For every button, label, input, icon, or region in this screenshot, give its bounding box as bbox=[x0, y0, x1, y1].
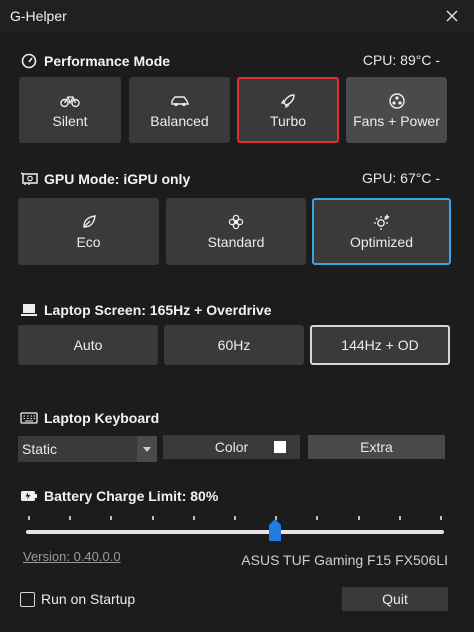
close-icon bbox=[446, 10, 458, 22]
gpu-card-icon bbox=[20, 170, 38, 188]
quit-label: Quit bbox=[382, 591, 408, 607]
slider-tick bbox=[151, 516, 154, 520]
gauge-icon bbox=[20, 52, 38, 70]
screen-auto-button[interactable]: Auto bbox=[18, 325, 158, 365]
battery-charging-icon bbox=[20, 487, 38, 505]
flower-icon bbox=[228, 213, 244, 231]
run-on-startup-label: Run on Startup bbox=[41, 591, 136, 607]
fan-icon bbox=[388, 92, 406, 110]
keyboard-extra-button[interactable]: Extra bbox=[308, 435, 445, 459]
slider-tick bbox=[316, 516, 319, 520]
device-model: ASUS TUF Gaming F15 FX506LI bbox=[241, 552, 448, 568]
keyboard-icon bbox=[20, 409, 38, 427]
slider-tick bbox=[110, 516, 113, 520]
close-button[interactable] bbox=[438, 4, 466, 28]
chevron-down-icon[interactable] bbox=[137, 436, 157, 462]
screen-144hz-od-label: 144Hz + OD bbox=[341, 337, 419, 353]
battery-title: Battery Charge Limit: 80% bbox=[44, 488, 219, 504]
performance-mode-title: Performance Mode bbox=[44, 53, 171, 69]
gpu-optimized-button[interactable]: Optimized bbox=[312, 198, 451, 265]
screen-60hz-label: 60Hz bbox=[217, 337, 251, 353]
keyboard-color-label: Color bbox=[214, 439, 249, 455]
gpu-eco-button[interactable]: Eco bbox=[18, 198, 159, 265]
slider-tick bbox=[440, 516, 442, 520]
laptop-icon bbox=[20, 301, 38, 319]
screen-144hz-od-button[interactable]: 144Hz + OD bbox=[310, 325, 450, 365]
slider-tick bbox=[357, 516, 360, 520]
mode-turbo-button[interactable]: Turbo bbox=[237, 77, 339, 143]
battery-slider-track[interactable] bbox=[26, 530, 444, 534]
slider-tick bbox=[234, 516, 236, 520]
gpu-temp: GPU: 67°C - bbox=[362, 170, 440, 186]
screen-auto-label: Auto bbox=[73, 337, 103, 353]
mode-silent-label: Silent bbox=[52, 112, 88, 129]
performance-mode-header: Performance Mode bbox=[20, 51, 170, 71]
laptop-keyboard-title: Laptop Keyboard bbox=[44, 410, 160, 426]
rocket-icon bbox=[279, 92, 297, 110]
slider-tick bbox=[398, 516, 401, 520]
gpu-eco-label: Eco bbox=[76, 234, 101, 250]
screen-60hz-button[interactable]: 60Hz bbox=[164, 325, 304, 365]
quit-button[interactable]: Quit bbox=[342, 587, 448, 611]
gpu-standard-label: Standard bbox=[207, 234, 265, 250]
version-link[interactable]: Version: 0.40.0.0 bbox=[23, 549, 121, 564]
slider-tick bbox=[28, 516, 30, 520]
leaf-icon bbox=[81, 213, 97, 231]
gpu-standard-button[interactable]: Standard bbox=[166, 198, 306, 265]
gpu-mode-title: GPU Mode: iGPU only bbox=[44, 171, 191, 187]
gpu-mode-header: GPU Mode: iGPU only bbox=[20, 169, 190, 189]
title-bar: G-Helper bbox=[0, 0, 474, 32]
battery-slider-thumb[interactable] bbox=[269, 519, 282, 541]
run-on-startup-toggle[interactable]: Run on Startup bbox=[20, 591, 135, 607]
keyboard-extra-label: Extra bbox=[360, 439, 393, 455]
mode-fans-power-label: Fans + Power bbox=[353, 112, 440, 129]
slider-tick bbox=[69, 516, 72, 520]
keyboard-mode-value: Static bbox=[22, 441, 58, 457]
keyboard-color-button[interactable]: Color bbox=[163, 435, 300, 459]
keyboard-mode-select[interactable]: Static bbox=[18, 436, 157, 462]
car-icon bbox=[170, 92, 190, 110]
laptop-screen-title: Laptop Screen: 165Hz + Overdrive bbox=[44, 302, 272, 318]
mode-fans-power-button[interactable]: Fans + Power bbox=[346, 77, 447, 143]
cpu-temp: CPU: 89°C - bbox=[362, 52, 440, 68]
run-on-startup-checkbox[interactable] bbox=[20, 591, 35, 607]
laptop-keyboard-header: Laptop Keyboard bbox=[20, 408, 159, 428]
sparkle-gear-icon bbox=[373, 213, 391, 231]
battery-header: Battery Charge Limit: 80% bbox=[20, 486, 218, 506]
color-swatch bbox=[274, 441, 286, 453]
gpu-optimized-label: Optimized bbox=[349, 234, 414, 250]
laptop-screen-header: Laptop Screen: 165Hz + Overdrive bbox=[20, 300, 272, 320]
bike-icon bbox=[60, 92, 80, 110]
mode-silent-button[interactable]: Silent bbox=[19, 77, 121, 143]
mode-balanced-label: Balanced bbox=[150, 112, 209, 129]
mode-turbo-label: Turbo bbox=[269, 112, 307, 129]
window-title: G-Helper bbox=[10, 8, 67, 24]
mode-balanced-button[interactable]: Balanced bbox=[129, 77, 230, 143]
slider-tick bbox=[192, 516, 195, 520]
